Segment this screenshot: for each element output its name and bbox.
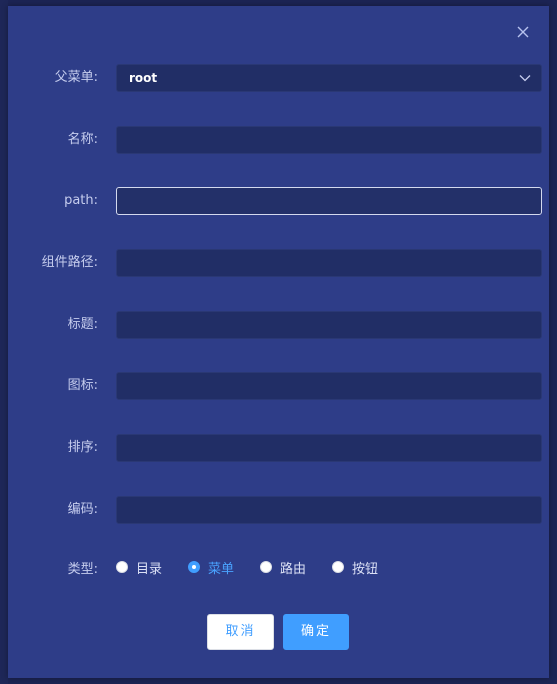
dialog-footer: 取消 确定 bbox=[8, 614, 549, 650]
type-row: 类型: 目录 菜单 路由 按钮 bbox=[8, 556, 549, 584]
parent-menu-row: 父菜单: root bbox=[8, 64, 549, 92]
chevron-down-icon bbox=[519, 75, 531, 82]
radio-circle bbox=[260, 561, 273, 573]
component-path-row: 组件路径: bbox=[8, 249, 549, 277]
menu-edit-dialog: 父菜单: root 名称: path: 组件路径: 标题: 图标: 排序: 编码… bbox=[8, 6, 549, 678]
path-row: path: bbox=[8, 187, 549, 215]
code-label: 编码: bbox=[67, 502, 98, 517]
close-button[interactable] bbox=[515, 24, 531, 40]
title-row: 标题: bbox=[8, 311, 549, 339]
type-label: 类型: bbox=[67, 562, 98, 577]
type-radio-menu[interactable]: 菜单 bbox=[188, 558, 234, 577]
name-label: 名称: bbox=[67, 132, 98, 147]
type-radio-route[interactable]: 路由 bbox=[260, 558, 306, 577]
component-path-label: 组件路径: bbox=[41, 255, 98, 270]
confirm-button[interactable]: 确定 bbox=[283, 614, 349, 650]
icon-input[interactable] bbox=[116, 372, 542, 400]
parent-menu-select[interactable]: root bbox=[116, 64, 542, 92]
name-row: 名称: bbox=[8, 126, 549, 154]
path-label: path: bbox=[64, 193, 98, 208]
component-path-input[interactable] bbox=[116, 249, 542, 277]
name-input[interactable] bbox=[116, 126, 542, 154]
radio-circle-checked bbox=[188, 561, 201, 573]
sort-label: 排序: bbox=[67, 440, 98, 455]
radio-label: 目录 bbox=[136, 561, 163, 577]
title-input[interactable] bbox=[116, 311, 542, 339]
sort-input[interactable] bbox=[116, 434, 542, 462]
type-radio-group: 目录 菜单 路由 按钮 bbox=[116, 553, 404, 581]
close-icon bbox=[517, 26, 529, 38]
code-input[interactable] bbox=[116, 496, 542, 524]
cancel-button[interactable]: 取消 bbox=[207, 614, 274, 650]
radio-label: 按钮 bbox=[352, 561, 379, 577]
icon-row: 图标: bbox=[8, 372, 549, 400]
parent-menu-label: 父菜单: bbox=[54, 70, 98, 85]
background-sidebar-edge bbox=[0, 0, 8, 684]
radio-circle bbox=[332, 561, 345, 573]
radio-circle bbox=[116, 561, 128, 573]
radio-label: 菜单 bbox=[208, 561, 235, 577]
code-row: 编码: bbox=[8, 496, 549, 524]
type-radio-button[interactable]: 按钮 bbox=[332, 558, 378, 577]
type-radio-directory[interactable]: 目录 bbox=[116, 558, 162, 577]
title-label: 标题: bbox=[67, 317, 98, 332]
sort-row: 排序: bbox=[8, 434, 549, 462]
parent-menu-value: root bbox=[129, 71, 158, 85]
path-input[interactable] bbox=[116, 187, 542, 215]
icon-label: 图标: bbox=[67, 378, 98, 393]
radio-label: 路由 bbox=[280, 561, 307, 577]
